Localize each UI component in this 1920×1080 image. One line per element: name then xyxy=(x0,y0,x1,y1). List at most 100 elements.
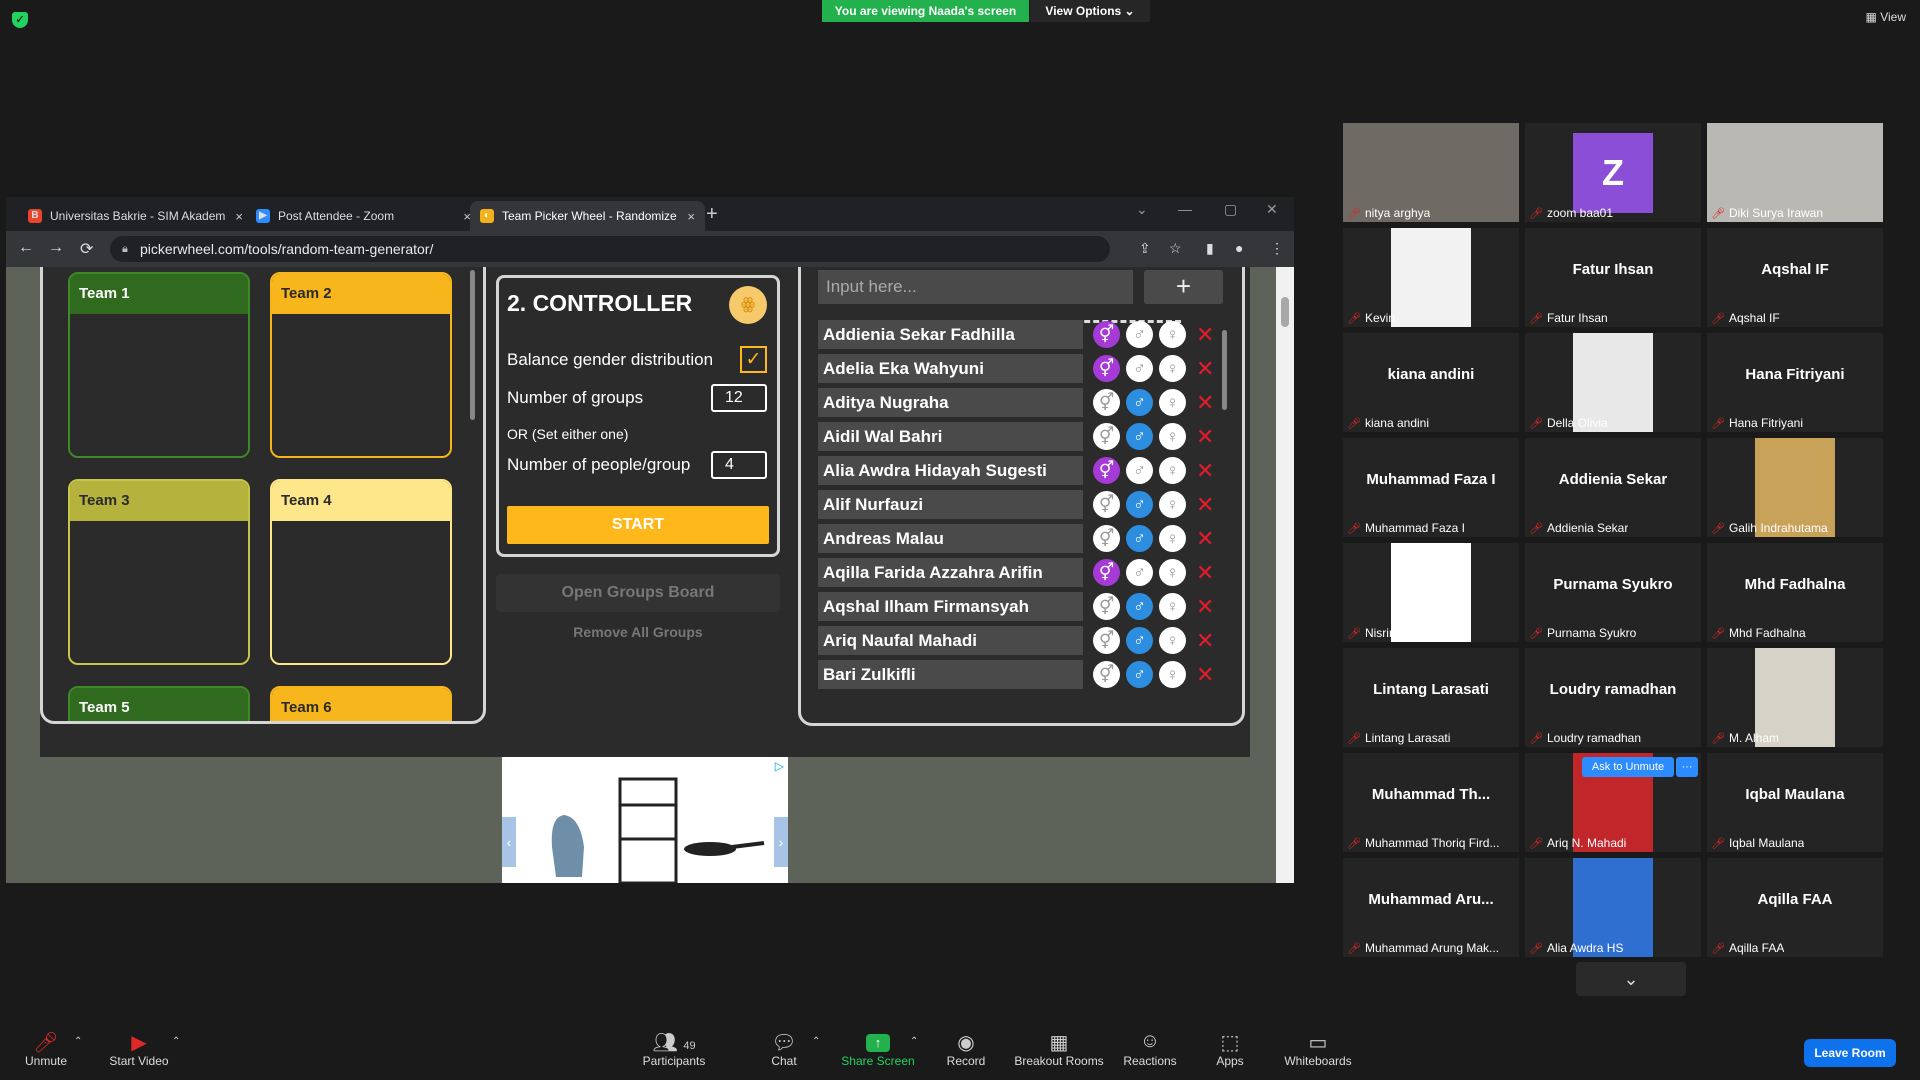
female-icon[interactable]: ♀ xyxy=(1159,661,1186,688)
participant-tile[interactable]: Z 🎤︎ zoom baa01 xyxy=(1525,123,1701,222)
reactions-button[interactable]: ☺ Reactions xyxy=(1122,1030,1178,1068)
adchoices-icon[interactable]: ▷ xyxy=(775,759,784,773)
gender-neutral-icon[interactable]: ⚥ xyxy=(1093,423,1120,450)
participant-tile[interactable]: Muhammad Faza I 🎤︎ Muhammad Faza I xyxy=(1343,438,1519,537)
male-icon[interactable]: ♂ xyxy=(1126,389,1153,416)
participant-tile[interactable]: Loudry ramadhan 🎤︎ Loudry ramadhan xyxy=(1525,648,1701,747)
participant-tile[interactable]: 🎤︎ Galih Indrahutama xyxy=(1707,438,1883,537)
address-bar[interactable]: 🔒︎ pickerwheel.com/tools/random-team-gen… xyxy=(110,236,1110,262)
male-icon[interactable]: ♂ xyxy=(1126,491,1153,518)
male-icon[interactable]: ♂ xyxy=(1126,525,1153,552)
delete-entry-icon[interactable]: ✕ xyxy=(1196,626,1214,655)
teams-scrollbar[interactable] xyxy=(470,270,475,420)
female-icon[interactable]: ♀ xyxy=(1159,389,1186,416)
male-icon[interactable]: ♂ xyxy=(1126,457,1153,484)
new-tab-button[interactable]: + xyxy=(706,203,718,226)
gender-neutral-icon[interactable]: ⚥ xyxy=(1093,389,1120,416)
participant-tile[interactable]: Hana Fitriyani 🎤︎ Hana Fitriyani xyxy=(1707,333,1883,432)
female-icon[interactable]: ♀ xyxy=(1159,593,1186,620)
advertisement[interactable]: ‹ › ▷ xyxy=(502,757,788,883)
tab-close-icon[interactable]: × xyxy=(235,209,243,224)
start-button[interactable]: START xyxy=(507,506,769,544)
side-panel-icon[interactable]: ▮ xyxy=(1206,240,1214,257)
participant-tile[interactable]: 🎤︎ M. Alham xyxy=(1707,648,1883,747)
delete-entry-icon[interactable]: ✕ xyxy=(1196,660,1214,689)
female-icon[interactable]: ♀ xyxy=(1159,423,1186,450)
male-icon[interactable]: ♂ xyxy=(1126,355,1153,382)
share-icon[interactable]: ⇪ xyxy=(1139,240,1151,257)
tab-post-attendee-zoom[interactable]: ▶ Post Attendee - Zoom × xyxy=(246,201,481,231)
gender-neutral-icon[interactable]: ⚥ xyxy=(1093,593,1120,620)
participant-tile[interactable]: Aqshal IF 🎤︎ Aqshal IF xyxy=(1707,228,1883,327)
gender-neutral-icon[interactable]: ⚥ xyxy=(1093,661,1120,688)
participant-tile[interactable]: 🎤︎ Della Olivia xyxy=(1525,333,1701,432)
delete-entry-icon[interactable]: ✕ xyxy=(1196,388,1214,417)
male-icon[interactable]: ♂ xyxy=(1126,661,1153,688)
participant-tile[interactable]: Muhammad Th... 🎤︎ Muhammad Thoriq Fird... xyxy=(1343,753,1519,852)
gender-neutral-icon[interactable]: ⚥ xyxy=(1093,525,1120,552)
female-icon[interactable]: ♀ xyxy=(1159,457,1186,484)
gender-neutral-icon[interactable]: ⚥ xyxy=(1093,627,1120,654)
maximize-icon[interactable]: ▢ xyxy=(1224,201,1237,218)
male-icon[interactable]: ♂ xyxy=(1126,321,1153,348)
delete-entry-icon[interactable]: ✕ xyxy=(1196,422,1214,451)
whiteboards-button[interactable]: ▭ Whiteboards xyxy=(1282,1030,1354,1068)
start-video-button[interactable]: ▶ Start Video xyxy=(104,1030,174,1068)
people-per-group-input[interactable]: 4 xyxy=(711,451,767,479)
balance-gender-checkbox[interactable]: ✓ xyxy=(740,346,767,373)
participant-tile[interactable]: Addienia Sekar 🎤︎ Addienia Sekar xyxy=(1525,438,1701,537)
remove-all-groups-button[interactable]: Remove All Groups xyxy=(496,624,780,648)
tab-search-icon[interactable]: ⌄ xyxy=(1136,201,1148,218)
add-entry-button[interactable]: + xyxy=(1144,270,1223,304)
gender-neutral-icon[interactable]: ⚥ xyxy=(1093,321,1120,348)
gender-neutral-icon[interactable]: ⚥ xyxy=(1093,457,1120,484)
participant-tile[interactable]: 🎤︎ Diki Surya Irawan xyxy=(1707,123,1883,222)
entries-scrollbar[interactable] xyxy=(1222,330,1227,410)
delete-entry-icon[interactable]: ✕ xyxy=(1196,490,1214,519)
female-icon[interactable]: ♀ xyxy=(1159,525,1186,552)
browser-menu-icon[interactable]: ⋮ xyxy=(1270,240,1284,257)
participant-tile[interactable]: 🎤︎ Alia Awdra HS xyxy=(1525,858,1701,957)
more-options-button[interactable]: ··· xyxy=(1676,757,1698,777)
participant-tile[interactable]: Fatur Ihsan 🎤︎ Fatur Ihsan xyxy=(1525,228,1701,327)
chat-button[interactable]: 💬︎ Chat xyxy=(764,1030,804,1068)
page-scrollbar-thumb[interactable] xyxy=(1281,297,1289,327)
tab-team-picker-wheel[interactable]: ◐ Team Picker Wheel - Randomize × xyxy=(470,201,705,231)
delete-entry-icon[interactable]: ✕ xyxy=(1196,456,1214,485)
participant-tile[interactable]: Iqbal Maulana 🎤︎ Iqbal Maulana xyxy=(1707,753,1883,852)
male-icon[interactable]: ♂ xyxy=(1126,423,1153,450)
female-icon[interactable]: ♀ xyxy=(1159,321,1186,348)
entry-name[interactable]: Bari Zulkifli xyxy=(818,660,1083,689)
gender-neutral-icon[interactable]: ⚥ xyxy=(1093,355,1120,382)
participant-tile[interactable]: Muhammad Aru... 🎤︎ Muhammad Arung Mak... xyxy=(1343,858,1519,957)
participant-tile[interactable]: Purnama Syukro 🎤︎ Purnama Syukro xyxy=(1525,543,1701,642)
entry-name[interactable]: Aidil Wal Bahri xyxy=(818,422,1083,451)
entry-name[interactable]: Aqilla Farida Azzahra Arifin xyxy=(818,558,1083,587)
share-screen-button[interactable]: ↑ Share Screen xyxy=(838,1030,918,1068)
delete-entry-icon[interactable]: ✕ xyxy=(1196,558,1214,587)
entry-name[interactable]: Ariq Naufal Mahadi xyxy=(818,626,1083,655)
participant-tile[interactable]: 🎤︎ nitya arghya xyxy=(1343,123,1519,222)
delete-entry-icon[interactable]: ✕ xyxy=(1196,592,1214,621)
forward-icon[interactable]: → xyxy=(48,239,64,257)
female-icon[interactable]: ♀ xyxy=(1159,355,1186,382)
participant-tile[interactable]: kiana andini 🎤︎ kiana andini xyxy=(1343,333,1519,432)
ad-next-icon[interactable]: › xyxy=(774,817,788,867)
entry-name[interactable]: Aqshal Ilham Firmansyah xyxy=(818,592,1083,621)
open-groups-board-button[interactable]: Open Groups Board xyxy=(496,574,780,612)
male-icon[interactable]: ♂ xyxy=(1126,627,1153,654)
chat-options-caret-icon[interactable]: ⌃ xyxy=(812,1036,820,1047)
delete-entry-icon[interactable]: ✕ xyxy=(1196,354,1214,383)
participant-tile[interactable]: Aqilla FAA 🎤︎ Aqilla FAA xyxy=(1707,858,1883,957)
female-icon[interactable]: ♀ xyxy=(1159,559,1186,586)
participants-button[interactable]: 👥︎ 49 Participants xyxy=(636,1030,712,1068)
entry-name[interactable]: Adelia Eka Wahyuni xyxy=(818,354,1083,383)
ad-prev-icon[interactable]: ‹ xyxy=(502,817,516,867)
entry-name[interactable]: Alif Nurfauzi xyxy=(818,490,1083,519)
minimize-icon[interactable]: — xyxy=(1178,201,1192,217)
entry-name[interactable]: Alia Awdra Hidayah Sugesti xyxy=(818,456,1083,485)
bookmark-star-icon[interactable]: ☆ xyxy=(1169,240,1182,257)
breakout-rooms-button[interactable]: ▦ Breakout Rooms xyxy=(1012,1030,1106,1068)
participant-tile[interactable]: 🎤︎ Kevin xyxy=(1343,228,1519,327)
ask-to-unmute-button[interactable]: Ask to Unmute xyxy=(1582,757,1674,777)
